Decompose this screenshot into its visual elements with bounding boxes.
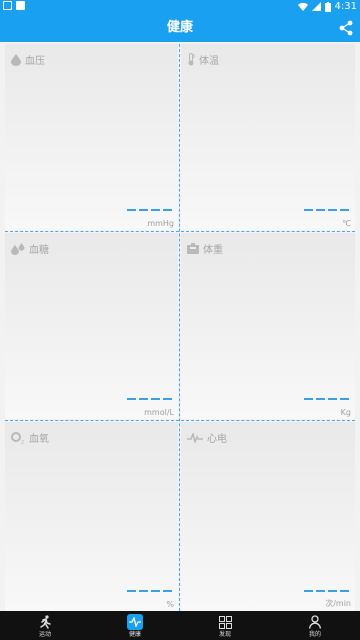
blood-pressure-card[interactable]: 血压 mmHg	[5, 44, 178, 230]
signal-icon	[311, 2, 321, 11]
tab-sport[interactable]: 运动	[0, 611, 90, 640]
scale-icon	[187, 243, 199, 254]
value-placeholder	[301, 394, 349, 405]
grid-icon	[218, 615, 232, 629]
card-unit: mmHg	[147, 219, 174, 228]
card-unit: ℃	[342, 219, 351, 228]
ecg-icon	[187, 432, 203, 443]
value-placeholder	[124, 586, 172, 597]
app-header: 健康	[0, 13, 360, 42]
weight-card[interactable]: 体重 Kg	[181, 233, 355, 419]
image-notification-icon	[3, 1, 12, 10]
status-time: 4:31	[334, 1, 357, 12]
oxygen-icon: 2	[11, 431, 24, 444]
card-unit: 次/min	[325, 599, 351, 608]
battery-icon	[324, 1, 331, 12]
card-label: 血糖	[29, 245, 49, 256]
tab-discover[interactable]: 发现	[180, 611, 270, 640]
card-unit: Kg	[340, 408, 351, 417]
bottom-navigation: 运动 健康 发现 我的	[0, 611, 360, 640]
user-icon	[309, 615, 321, 629]
card-label: 心电	[207, 434, 227, 445]
value-placeholder	[301, 205, 349, 216]
tab-label: 发现	[218, 631, 231, 638]
temperature-card[interactable]: 体温 ℃	[181, 44, 355, 230]
app-notification-icon	[16, 1, 25, 10]
horizontal-divider	[5, 420, 355, 421]
card-unit: %	[166, 600, 174, 609]
blood-oxygen-card[interactable]: 2 血氧 %	[5, 422, 178, 611]
value-placeholder	[301, 586, 349, 597]
tab-label: 我的	[308, 631, 321, 638]
tab-health[interactable]: 健康	[90, 611, 180, 640]
card-unit: mmol/L	[144, 408, 174, 417]
horizontal-divider	[5, 231, 355, 232]
share-icon[interactable]	[338, 20, 354, 36]
running-icon	[40, 615, 51, 629]
value-placeholder	[124, 205, 172, 216]
blood-sugar-card[interactable]: 血糖 mmol/L	[5, 233, 178, 419]
status-bar: 4:31	[0, 0, 360, 13]
card-label: 体重	[203, 245, 223, 256]
blood-drop-icon	[11, 53, 21, 66]
svg-text:2: 2	[21, 440, 24, 444]
health-icon	[129, 617, 141, 627]
card-label: 血氧	[29, 434, 49, 445]
value-placeholder	[124, 394, 172, 405]
vertical-divider	[179, 44, 180, 611]
tab-mine[interactable]: 我的	[270, 611, 360, 640]
page-title: 健康	[166, 20, 193, 35]
wifi-icon	[297, 2, 308, 11]
thermometer-icon	[188, 53, 195, 66]
card-label: 体温	[199, 56, 219, 67]
ecg-card[interactable]: 心电 次/min	[181, 422, 355, 611]
tab-label: 运动	[38, 631, 51, 638]
health-dashboard: 血压 mmHg 体温 ℃ 血糖 mmol/L 体重 Kg 2 血氧 % 心电 次…	[0, 42, 360, 611]
blood-sugar-icon	[11, 242, 25, 255]
tab-label: 健康	[128, 631, 141, 638]
card-label: 血压	[25, 56, 45, 67]
